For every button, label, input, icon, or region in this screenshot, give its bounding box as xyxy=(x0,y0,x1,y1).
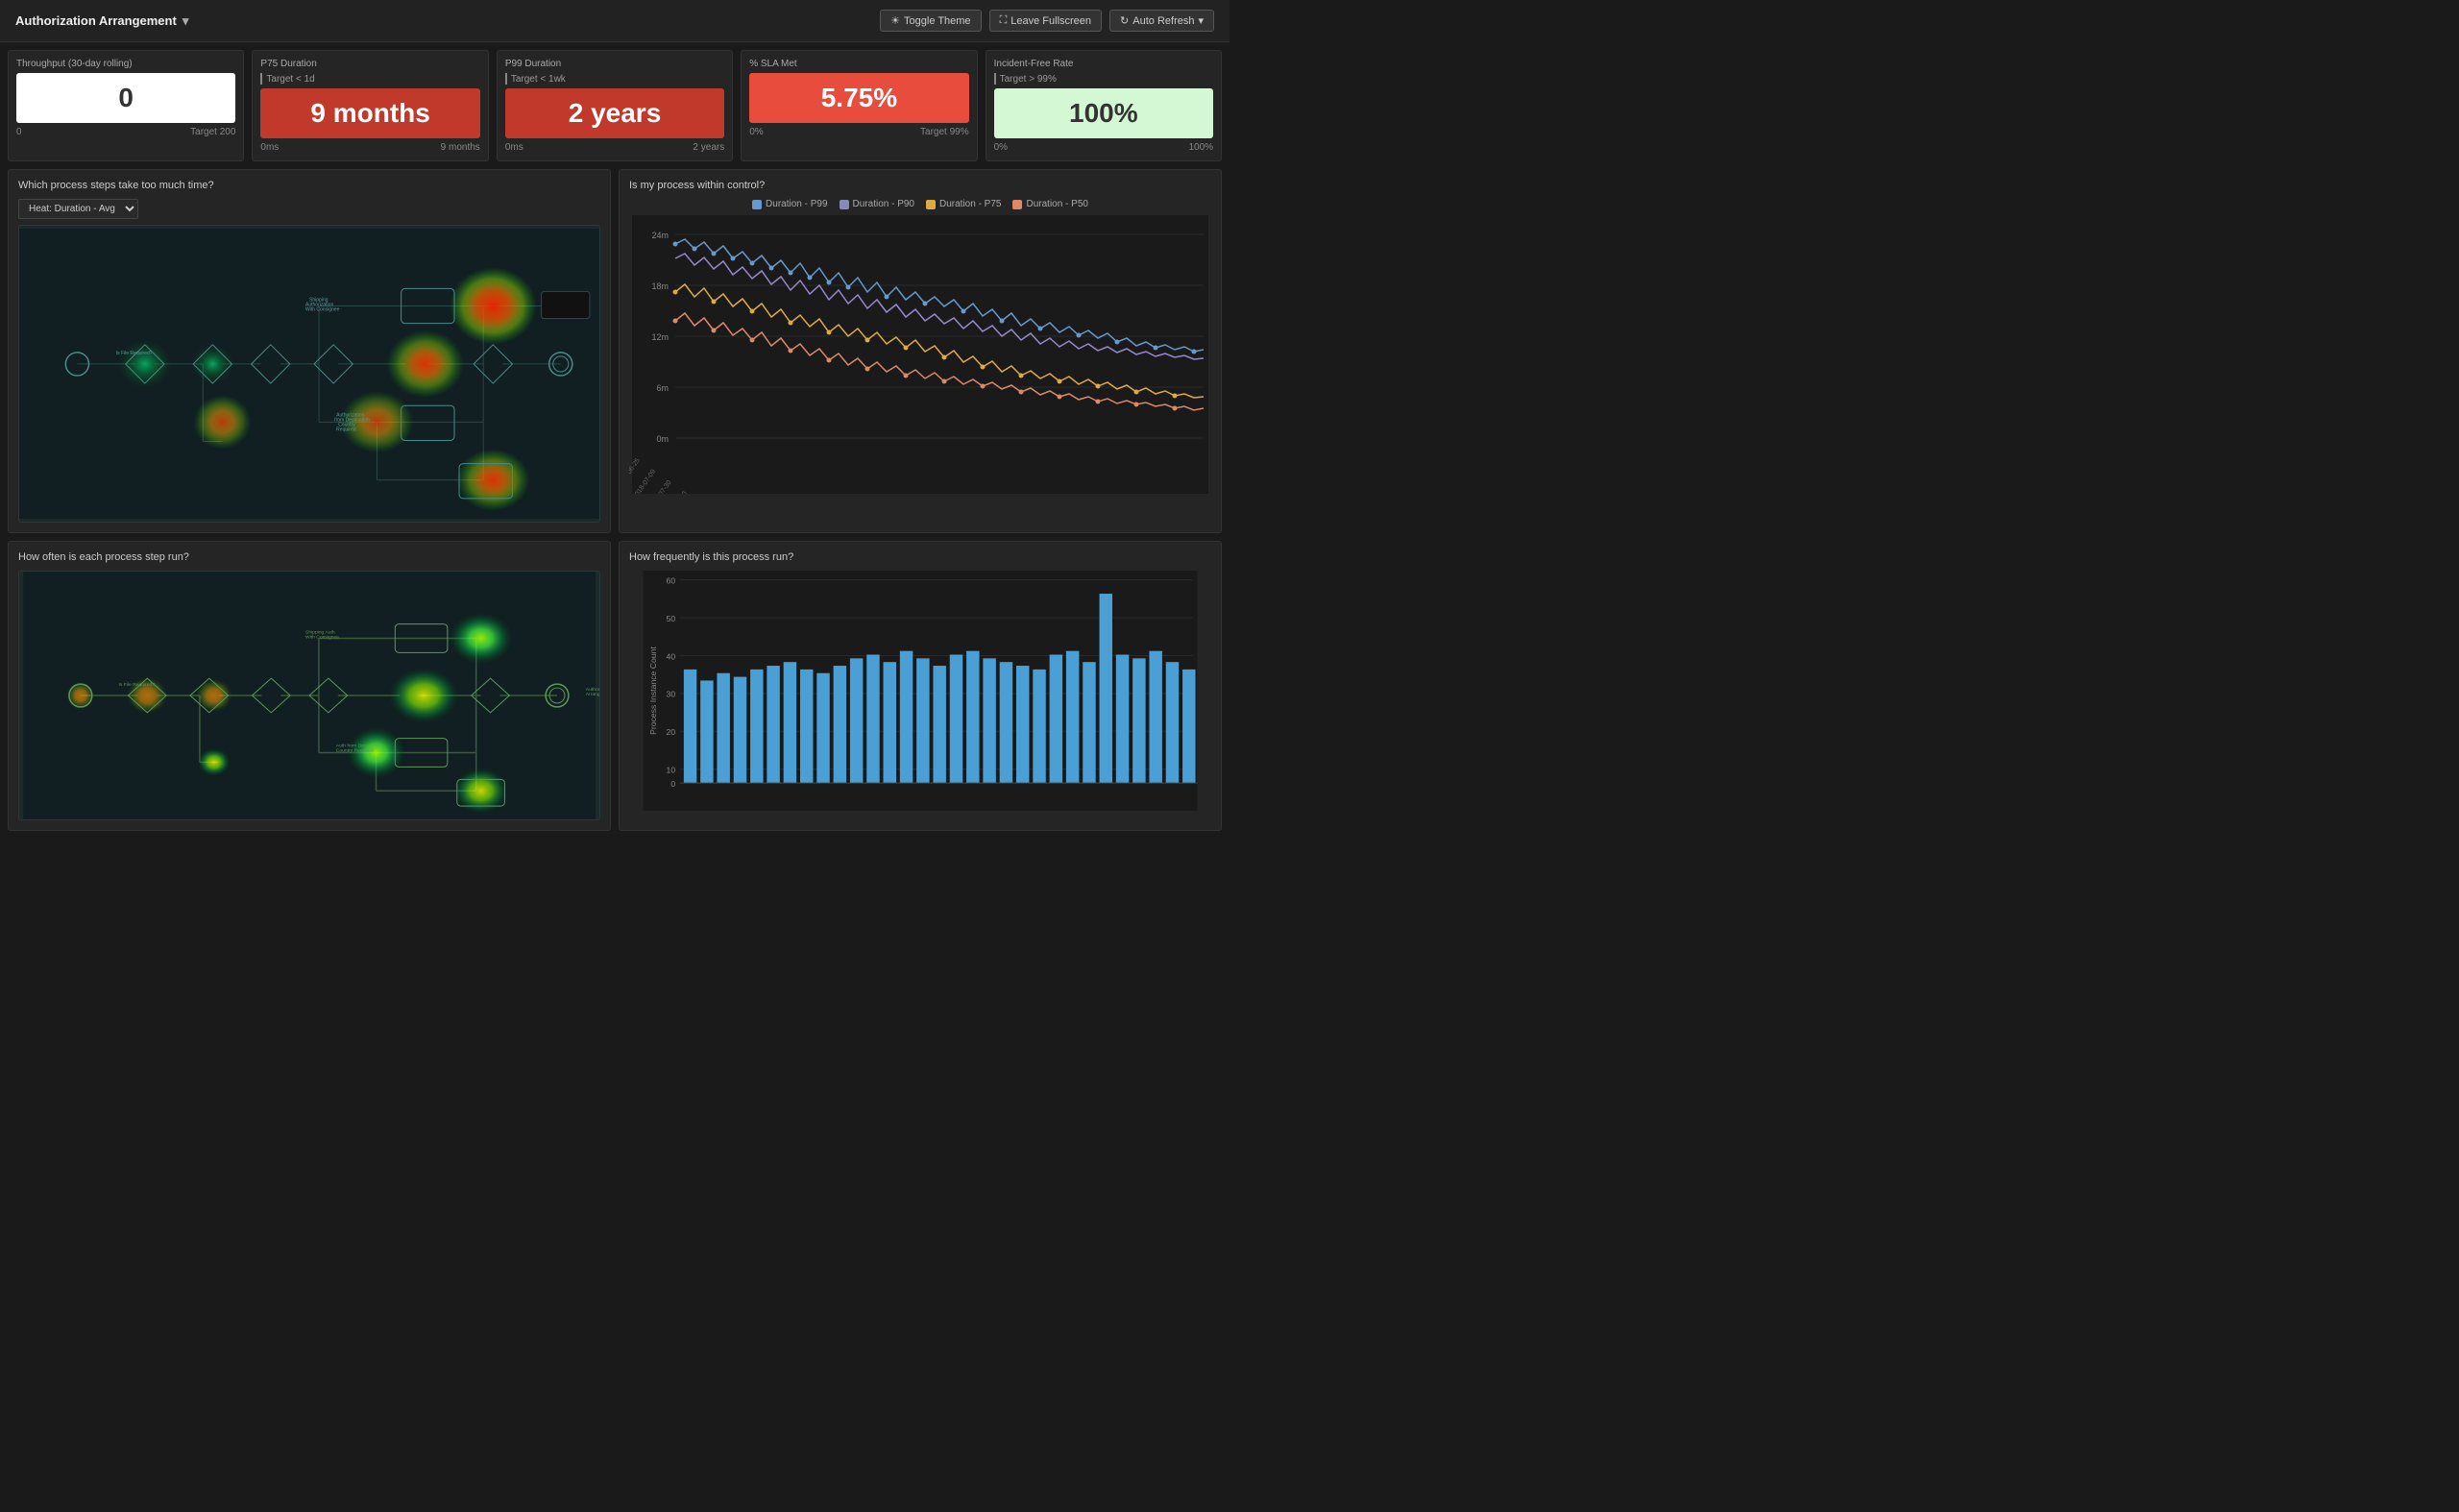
svg-text:With Consignee: With Consignee xyxy=(305,634,339,640)
auto-refresh-dropdown-icon: ▾ xyxy=(1198,14,1204,27)
auto-refresh-label: Auto Refresh xyxy=(1132,15,1194,27)
svg-text:With Consignee: With Consignee xyxy=(305,307,340,313)
fullscreen-icon: ⛶ xyxy=(1000,14,1008,27)
legend-p50-label: Duration - P50 xyxy=(1026,199,1087,209)
bar-chart-panel: How frequently is this process run? Proc… xyxy=(619,541,1222,831)
svg-text:10: 10 xyxy=(667,766,676,775)
title-dropdown-icon[interactable]: ▾ xyxy=(183,13,189,29)
refresh-icon: ↻ xyxy=(1120,14,1129,27)
legend-p50-dot xyxy=(1012,200,1022,209)
kpi-throughput-title: Throughput (30-day rolling) xyxy=(16,59,235,69)
kpi-p75: P75 Duration Target < 1d 9 months 0ms 9 … xyxy=(252,50,488,161)
line-chart-legend: Duration - P99 Duration - P90 Duration -… xyxy=(629,199,1211,209)
svg-text:20: 20 xyxy=(667,727,676,737)
legend-p90-label: Duration - P90 xyxy=(853,199,914,209)
bar-chart: Process Instance Count 60 50 40 30 xyxy=(629,571,1211,811)
legend-p99: Duration - P99 xyxy=(752,199,827,209)
bar-chart-title: How frequently is this process run? xyxy=(629,551,1211,563)
kpi-sla-bar: 5.75% xyxy=(749,73,968,123)
legend-p99-label: Duration - P99 xyxy=(766,199,827,209)
frequency-heatmap-title: How often is each process step run? xyxy=(18,551,600,563)
legend-p75: Duration - P75 xyxy=(926,199,1001,209)
kpi-p99-target: Target < 1wk xyxy=(505,73,724,85)
kpi-p75-target: Target < 1d xyxy=(260,73,479,85)
svg-text:40: 40 xyxy=(667,651,676,661)
svg-text:Process Instance Count: Process Instance Count xyxy=(648,646,658,735)
bar-chart-svg: Process Instance Count 60 50 40 30 xyxy=(629,571,1211,811)
heatmap-diagram: Is File Required? Shipping Authorization… xyxy=(18,225,600,523)
kpi-incident-free-bar: 100% xyxy=(994,88,1213,138)
fullscreen-label: Leave Fullscreen xyxy=(1010,15,1091,27)
kpi-p75-bar: 9 months xyxy=(260,88,479,138)
kpi-p99-bar: 2 years xyxy=(505,88,724,138)
auto-refresh-button[interactable]: ↻ Auto Refresh ▾ xyxy=(1109,10,1214,32)
legend-p50: Duration - P50 xyxy=(1012,199,1087,209)
kpi-sla-title: % SLA Met xyxy=(749,59,968,69)
svg-text:Country Required: Country Required xyxy=(336,748,374,754)
svg-text:12m: 12m xyxy=(651,332,669,342)
legend-p75-label: Duration - P75 xyxy=(939,199,1001,209)
kpi-incident-free-value: 100% xyxy=(1069,98,1138,129)
heatmap-title: Which process steps take too much time? xyxy=(18,180,600,191)
line-chart-panel: Is my process within control? Duration -… xyxy=(619,169,1222,533)
frequency-heatmap-diagram: Is File Required? Shipping Auth With Con… xyxy=(18,571,600,820)
svg-text:60: 60 xyxy=(667,575,676,585)
line-chart-svg: 24m 18m 12m 6m 0m xyxy=(629,215,1211,494)
leave-fullscreen-button[interactable]: ⛶ Leave Fullscreen xyxy=(989,10,1102,32)
bottom-charts-row: How often is each process step run? xyxy=(0,541,1230,839)
line-chart: 24m 18m 12m 6m 0m xyxy=(629,215,1211,513)
svg-text:Is File Required?: Is File Required? xyxy=(119,682,156,688)
svg-text:6m: 6m xyxy=(656,383,669,393)
kpi-throughput-range: 0 Target 200 xyxy=(16,127,235,137)
kpi-incident-free-range: 0% 100% xyxy=(994,142,1213,153)
kpi-row: Throughput (30-day rolling) 0 0 Target 2… xyxy=(0,42,1230,169)
line-chart-title: Is my process within control? xyxy=(629,180,1211,191)
svg-text:Is File Required?: Is File Required? xyxy=(116,351,153,356)
svg-text:18m: 18m xyxy=(651,281,669,291)
legend-p90-dot xyxy=(840,200,849,209)
legend-p99-dot xyxy=(752,200,762,209)
kpi-p99-range: 0ms 2 years xyxy=(505,142,724,153)
title-text: Authorization Arrangement xyxy=(15,13,177,28)
app-title: Authorization Arrangement ▾ xyxy=(15,13,188,29)
svg-text:50: 50 xyxy=(667,614,676,623)
kpi-incident-free: Incident-Free Rate Target > 99% 100% 0% … xyxy=(986,50,1222,161)
frequency-heatmap-svg: Is File Required? Shipping Auth With Con… xyxy=(19,572,599,819)
kpi-sla-value: 5.75% xyxy=(821,83,897,113)
legend-p90: Duration - P90 xyxy=(840,199,914,209)
svg-text:30: 30 xyxy=(667,690,676,699)
kpi-sla-range: 0% Target 99% xyxy=(749,127,968,137)
kpi-incident-free-target: Target > 99% xyxy=(994,73,1213,85)
app-header: Authorization Arrangement ▾ ☀ Toggle The… xyxy=(0,0,1230,42)
frequency-heatmap-panel: How often is each process step run? xyxy=(8,541,611,831)
kpi-sla: % SLA Met 5.75% 0% Target 99% xyxy=(741,50,977,161)
kpi-p99-title: P99 Duration xyxy=(505,59,724,69)
kpi-p75-range: 0ms 9 months xyxy=(260,142,479,153)
kpi-throughput-bar: 0 xyxy=(16,73,235,123)
sun-icon: ☀ xyxy=(890,14,900,27)
kpi-p75-title: P75 Duration xyxy=(260,59,479,69)
svg-text:0m: 0m xyxy=(656,434,669,444)
toggle-theme-button[interactable]: ☀ Toggle Theme xyxy=(880,10,981,32)
svg-text:Required: Required xyxy=(336,427,356,432)
svg-text:Arranged: Arranged xyxy=(586,692,599,697)
top-charts-row: Which process steps take too much time? … xyxy=(0,169,1230,541)
header-buttons: ☀ Toggle Theme ⛶ Leave Fullscreen ↻ Auto… xyxy=(880,10,1214,32)
legend-p75-dot xyxy=(926,200,936,209)
svg-text:0: 0 xyxy=(670,779,675,789)
kpi-p99-value: 2 years xyxy=(569,98,662,129)
kpi-p75-value: 9 months xyxy=(310,98,429,129)
heatmap-svg: Is File Required? Shipping Authorization… xyxy=(19,226,599,522)
kpi-incident-free-title: Incident-Free Rate xyxy=(994,59,1213,69)
kpi-throughput: Throughput (30-day rolling) 0 0 Target 2… xyxy=(8,50,244,161)
toggle-theme-label: Toggle Theme xyxy=(904,15,971,27)
heatmap-select[interactable]: Heat: Duration - Avg xyxy=(18,199,138,219)
kpi-p99: P99 Duration Target < 1wk 2 years 0ms 2 … xyxy=(497,50,733,161)
kpi-throughput-value: 0 xyxy=(118,83,134,113)
heatmap-panel: Which process steps take too much time? … xyxy=(8,169,611,533)
svg-text:24m: 24m xyxy=(651,231,669,240)
